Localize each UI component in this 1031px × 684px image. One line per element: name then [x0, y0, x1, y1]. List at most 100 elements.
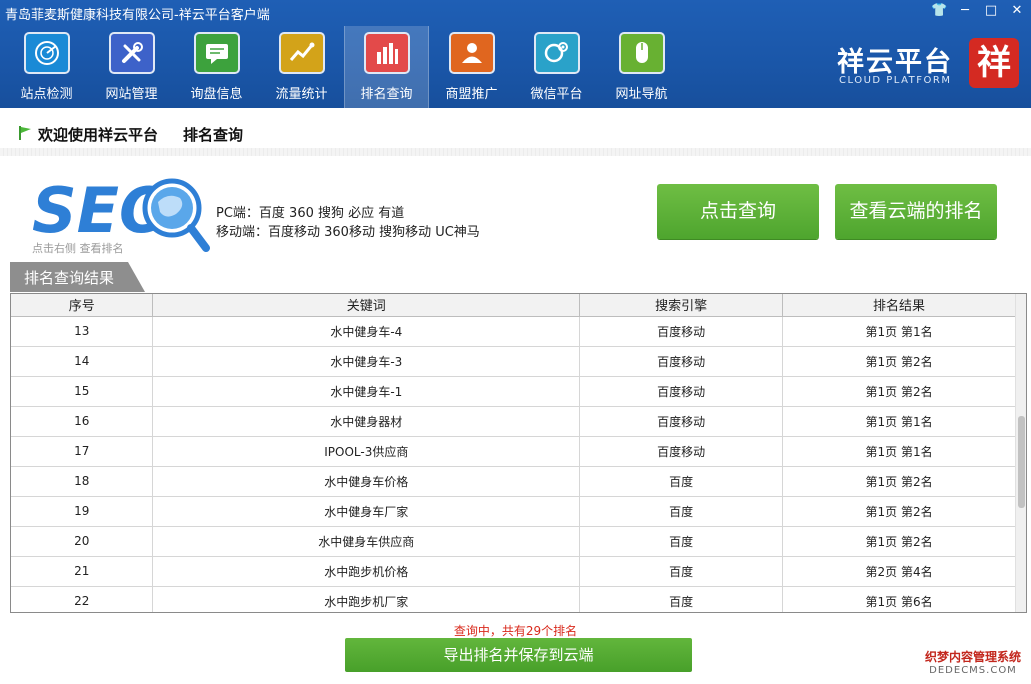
- cell-keyword: 水中跑步机厂家: [152, 586, 581, 612]
- watermark: 织梦内容管理系统 DEDECMS.COM: [925, 648, 1021, 676]
- minimize-button[interactable]: ─: [957, 2, 973, 20]
- cell-rank: 第1页 第2名: [782, 346, 1016, 377]
- window-title: 青岛菲麦斯健康科技有限公司-祥云平台客户端: [5, 8, 270, 23]
- export-save-button[interactable]: 导出排名并保存到云端: [345, 638, 692, 672]
- cell-rank: 第1页 第2名: [782, 526, 1016, 557]
- cell-index: 18: [11, 466, 154, 497]
- cell-index: 20: [11, 526, 154, 557]
- users-icon: [448, 32, 495, 74]
- toolbar-item-8[interactable]: 网址导航: [599, 26, 684, 108]
- cell-engine: 百度: [579, 466, 784, 497]
- table-row[interactable]: 14 水中健身车-3 百度移动 第1页 第2名: [11, 346, 1016, 377]
- toolbar-item-4[interactable]: 流量统计: [259, 26, 344, 108]
- toolbar-item-6[interactable]: 商盟推广: [429, 26, 514, 108]
- scrollbar-thumb[interactable]: [1018, 416, 1025, 508]
- column-header-engine[interactable]: 搜索引擎: [579, 294, 784, 317]
- table-body: 13 水中健身车-4 百度移动 第1页 第1名 14 水中健身车-3 百度移动 第1页 第2名…: [11, 316, 1016, 612]
- table-row[interactable]: 15 水中健身车-1 百度移动 第1页 第2名: [11, 376, 1016, 407]
- divider-stripe: [0, 148, 1031, 156]
- table-row[interactable]: 22 水中跑步机厂家 百度 第1页 第6名: [11, 586, 1016, 612]
- cell-keyword: 水中健身车-3: [152, 346, 581, 377]
- cell-keyword: 水中跑步机价格: [152, 556, 581, 587]
- welcome-text: 欢迎使用祥云平台: [38, 126, 159, 144]
- watermark-line2: DEDECMS.COM: [929, 665, 1017, 676]
- bar-chart-icon: [363, 32, 410, 74]
- cell-index: 22: [11, 586, 154, 612]
- message-icon: [193, 32, 240, 74]
- cell-keyword: 水中健身车-4: [152, 316, 581, 347]
- table-header-row: 序号 关键词 搜索引擎 排名结果: [11, 294, 1016, 317]
- results-section-tab: 排名查询结果: [10, 262, 145, 292]
- cell-engine: 百度: [579, 586, 784, 612]
- cell-engine: 百度移动: [579, 346, 784, 377]
- cell-engine: 百度: [579, 496, 784, 527]
- cell-rank: 第1页 第2名: [782, 496, 1016, 527]
- app-header: 青岛菲麦斯健康科技有限公司-祥云平台客户端 👕 ─ □ ✕ 站点检测 网站管理 询盘…: [0, 0, 1031, 108]
- mobile-engines: 移动端：百度移动 360移动 搜狗移动 UC神马: [216, 225, 480, 240]
- table-row[interactable]: 20 水中健身车供应商 百度 第1页 第2名: [11, 526, 1016, 557]
- toolbar-item-label: 流量统计: [275, 87, 328, 102]
- cell-engine: 百度: [579, 526, 784, 557]
- toolbar-item-label: 微信平台: [530, 87, 583, 102]
- wechat-icon: [533, 32, 580, 74]
- cell-engine: 百度移动: [579, 316, 784, 347]
- column-header-rank[interactable]: 排名结果: [782, 294, 1016, 317]
- title-bar: 青岛菲麦斯健康科技有限公司-祥云平台客户端 👕 ─ □ ✕: [0, 0, 1031, 24]
- cell-index: 13: [11, 316, 154, 347]
- cell-rank: 第2页 第4名: [782, 556, 1016, 587]
- toolbar-item-3[interactable]: 询盘信息: [174, 26, 259, 108]
- cell-engine: 百度移动: [579, 406, 784, 437]
- radar-icon: [23, 32, 70, 74]
- table-row[interactable]: 13 水中健身车-4 百度移动 第1页 第1名: [11, 316, 1016, 347]
- toolbar-item-2[interactable]: 网站管理: [89, 26, 174, 108]
- table-row[interactable]: 19 水中健身车厂家 百度 第1页 第2名: [11, 496, 1016, 527]
- cell-engine: 百度: [579, 556, 784, 587]
- cell-rank: 第1页 第1名: [782, 316, 1016, 347]
- table-row[interactable]: 21 水中跑步机价格 百度 第2页 第4名: [11, 556, 1016, 587]
- engine-list: PC端：百度 360 搜狗 必应 有道 移动端：百度移动 360移动 搜狗移动 …: [216, 204, 480, 242]
- results-table: 序号 关键词 搜索引擎 排名结果 13 水中健身车-4 百度移动 第1页 第1名 14 水…: [11, 294, 1016, 612]
- skin-icon[interactable]: 👕: [931, 2, 947, 20]
- cell-rank: 第1页 第1名: [782, 406, 1016, 437]
- column-header-keyword[interactable]: 关键词: [152, 294, 581, 317]
- toolbar-item-5[interactable]: 排名查询: [344, 26, 429, 108]
- window-controls: 👕 ─ □ ✕: [931, 2, 1025, 20]
- toolbar-item-label: 网址导航: [615, 87, 668, 102]
- page-title: 排名查询: [183, 126, 244, 144]
- cell-rank: 第1页 第2名: [782, 376, 1016, 407]
- toolbar-item-label: 询盘信息: [190, 87, 243, 102]
- cell-rank: 第1页 第6名: [782, 586, 1016, 612]
- cell-engine: 百度移动: [579, 436, 784, 467]
- cell-keyword: IPOOL-3供应商: [152, 436, 581, 467]
- flag-icon: [19, 126, 31, 140]
- maximize-button[interactable]: □: [983, 2, 999, 20]
- vertical-scrollbar[interactable]: [1015, 294, 1026, 612]
- cell-index: 15: [11, 376, 154, 407]
- main-toolbar: 站点检测 网站管理 询盘信息 流量统计 排名查询 商盟推广 微信平台 网址导航: [4, 26, 684, 108]
- seo-hint: 点击右侧 查看排名: [32, 242, 124, 255]
- toolbar-item-label: 商盟推广: [445, 87, 498, 102]
- table-row[interactable]: 18 水中健身车价格 百度 第1页 第2名: [11, 466, 1016, 497]
- cell-rank: 第1页 第2名: [782, 466, 1016, 497]
- column-header-index[interactable]: 序号: [11, 294, 154, 317]
- pc-engines: PC端：百度 360 搜狗 必应 有道: [216, 206, 405, 221]
- toolbar-item-7[interactable]: 微信平台: [514, 26, 599, 108]
- cell-index: 21: [11, 556, 154, 587]
- cell-keyword: 水中健身器材: [152, 406, 581, 437]
- table-row[interactable]: 17 IPOOL-3供应商 百度移动 第1页 第1名: [11, 436, 1016, 467]
- cloud-rank-button[interactable]: 查看云端的排名: [835, 184, 997, 239]
- table-row[interactable]: 16 水中健身器材 百度移动 第1页 第1名: [11, 406, 1016, 437]
- cell-keyword: 水中健身车厂家: [152, 496, 581, 527]
- cell-keyword: 水中健身车-1: [152, 376, 581, 407]
- cell-engine: 百度移动: [579, 376, 784, 407]
- toolbar-item-1[interactable]: 站点检测: [4, 26, 89, 108]
- cell-keyword: 水中健身车供应商: [152, 526, 581, 557]
- cell-index: 14: [11, 346, 154, 377]
- brand-logo: 祥云平台 CLOUD PLATFORM 祥: [837, 38, 1019, 90]
- status-text: 查询中，共有29个排名: [453, 624, 578, 638]
- close-button[interactable]: ✕: [1009, 2, 1025, 20]
- watermark-line1: 织梦内容管理系统: [924, 650, 1021, 664]
- query-button[interactable]: 点击查询: [657, 184, 819, 239]
- cell-keyword: 水中健身车价格: [152, 466, 581, 497]
- toolbar-item-label: 站点检测: [20, 87, 73, 102]
